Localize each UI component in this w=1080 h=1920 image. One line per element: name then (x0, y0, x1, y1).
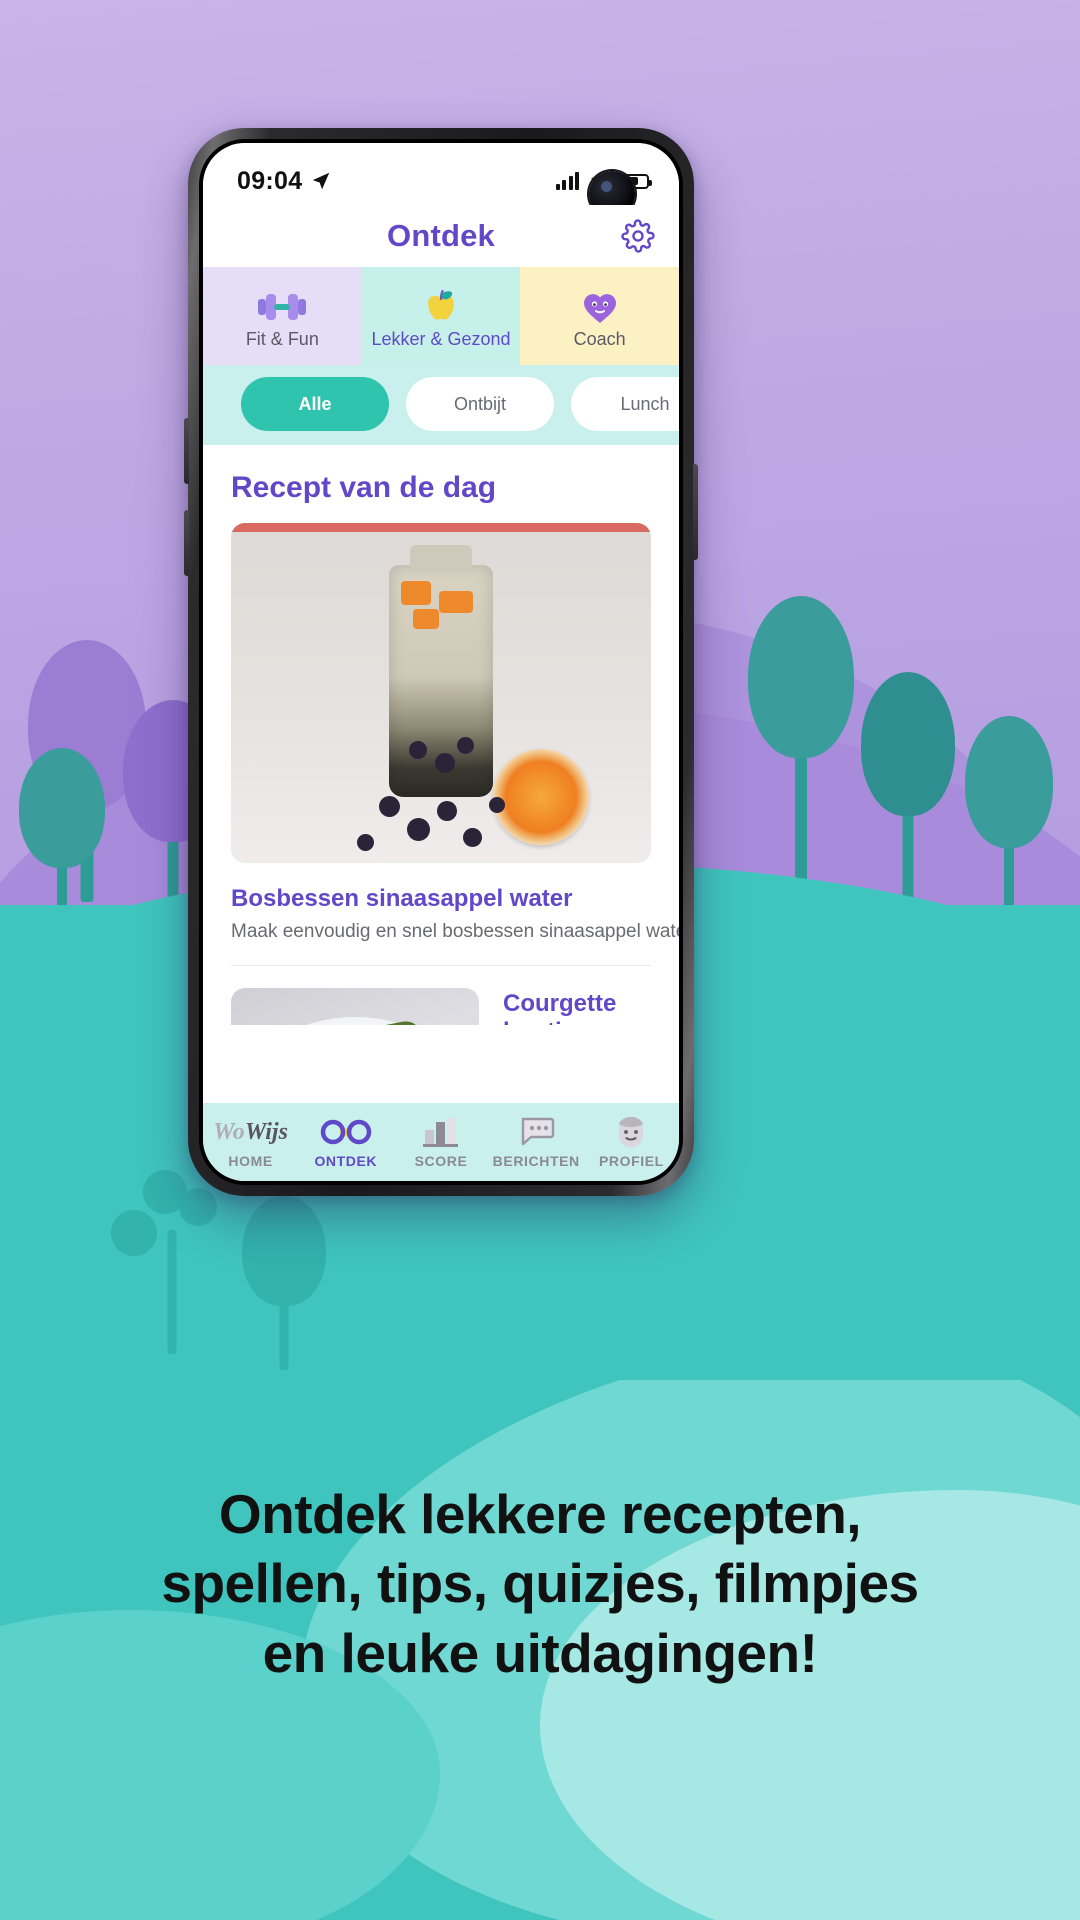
category-tab-lekker-gezond[interactable]: Lekker & Gezond (361, 267, 521, 365)
second-recipe-image[interactable] (231, 988, 479, 1025)
plant-sprout (110, 1170, 232, 1354)
nav-item-ontdek[interactable]: ONTDEK (298, 1115, 393, 1169)
blueberry (457, 737, 474, 754)
featured-recipe-title: Bosbessen sinaasappel water (231, 885, 573, 912)
blueberry (463, 828, 482, 847)
status-left: 09:04 (237, 167, 332, 196)
nav-item-label: HOME (228, 1153, 273, 1169)
nav-item-home[interactable]: WoWijs HOME (203, 1115, 298, 1170)
filter-chip-ontbijt[interactable]: Ontbijt (406, 377, 554, 431)
cellular-signal-icon (555, 172, 579, 190)
category-tab-label: Coach (573, 329, 626, 349)
tree (742, 596, 860, 896)
plate (246, 1017, 464, 1025)
nav-item-label: ONTDEK (314, 1153, 378, 1169)
status-bar: 09:04 (203, 143, 679, 217)
caption-line-2: spellen, tips, quizjes, filmpjes (161, 1552, 919, 1615)
section-title: Recept van de dag (231, 471, 497, 504)
recipe-list-item[interactable]: Courgette bootjes #wowijs 20 min (203, 966, 679, 1025)
tree (236, 1196, 332, 1370)
filter-chip-label: Alle (298, 393, 332, 414)
featured-recipe-description: Maak eenvoudig en snel bosbessen sinaasa… (231, 921, 679, 942)
orange-piece (413, 609, 439, 629)
blueberry (435, 753, 455, 773)
page-title: Ontdek (387, 218, 495, 253)
featured-recipe-image[interactable] (231, 523, 651, 863)
tree (960, 716, 1058, 930)
profile-face-icon (613, 1115, 649, 1149)
category-tab-fit-fun[interactable]: Fit & Fun (203, 267, 362, 365)
phone-bezel: 09:04 Ontdek Fit & Fun Lekker & Gezond C… (199, 139, 683, 1185)
wowijs-logo-icon: WoWijs (213, 1118, 288, 1145)
filter-chip-alle[interactable]: Alle (241, 377, 389, 431)
volume-button[interactable] (184, 418, 189, 484)
bar-chart-icon (419, 1115, 463, 1149)
volume-button[interactable] (184, 510, 189, 576)
filter-chip-label: Lunch (620, 393, 670, 414)
blueberry (437, 801, 457, 821)
nav-item-label: BERICHTEN (492, 1153, 580, 1169)
nav-item-berichten[interactable]: BERICHTEN (489, 1115, 584, 1169)
caption-line-3: en leuke uitdagingen! (262, 1621, 818, 1684)
chat-bubble-icon (515, 1115, 557, 1149)
binoculars-icon (320, 1115, 372, 1149)
orange-piece (439, 591, 473, 613)
blueberry (407, 818, 430, 841)
nav-item-profiel[interactable]: PROFIEL (584, 1115, 679, 1169)
second-recipe-info: Courgette bootjes #wowijs 20 min (503, 988, 651, 1025)
category-tab-label: Fit & Fun (245, 329, 319, 349)
gear-icon[interactable] (621, 219, 655, 253)
dumbbell-icon (256, 288, 308, 326)
caption-line-1: Ontdek lekkere recepten, (218, 1483, 862, 1545)
filter-chip-label: Ontbijt (453, 393, 507, 414)
nav-item-label: SCORE (414, 1153, 468, 1169)
promo-caption: Ontdek lekkere recepten, spellen, tips, … (0, 1480, 1080, 1688)
tree (856, 672, 960, 924)
phone-screen: 09:04 Ontdek Fit & Fun Lekker & Gezond C… (203, 143, 679, 1181)
blueberry (409, 741, 427, 759)
coach-heart-icon (578, 288, 622, 326)
bottom-navigation-bar: WoWijs HOME ONTDEK SCORE BERICHTEN PROFI… (203, 1103, 679, 1181)
jar-neck (410, 545, 472, 571)
content-scroll-area[interactable]: Recept van de dag Bosbessen sinaasappel … (203, 445, 679, 1025)
filter-chip-row[interactable]: Alle Ontbijt Lunch Avond (203, 365, 679, 445)
location-arrow-icon (313, 172, 330, 190)
category-tab-label: Lekker & Gezond (371, 329, 511, 349)
apple-icon (419, 288, 463, 326)
second-recipe-title: Courgette bootjes (503, 990, 617, 1025)
nav-item-score[interactable]: SCORE (393, 1115, 488, 1169)
orange-slice (493, 749, 589, 845)
category-tab-coach[interactable]: Coach (520, 267, 679, 365)
blueberry (379, 796, 400, 817)
power-button[interactable] (693, 464, 698, 560)
blueberry (357, 834, 374, 851)
orange-piece (401, 581, 431, 605)
status-time: 09:04 (237, 166, 303, 195)
water-jar (389, 545, 493, 797)
photo-top-strip (231, 523, 651, 532)
phone-mockup: 09:04 Ontdek Fit & Fun Lekker & Gezond C… (184, 128, 698, 1196)
filter-chip-lunch[interactable]: Lunch (571, 377, 679, 431)
app-header: Ontdek (203, 205, 679, 267)
blueberry (489, 797, 505, 813)
category-tab-bar: Fit & Fun Lekker & Gezond Coach (203, 267, 679, 365)
nav-item-label: PROFIEL (598, 1153, 664, 1169)
